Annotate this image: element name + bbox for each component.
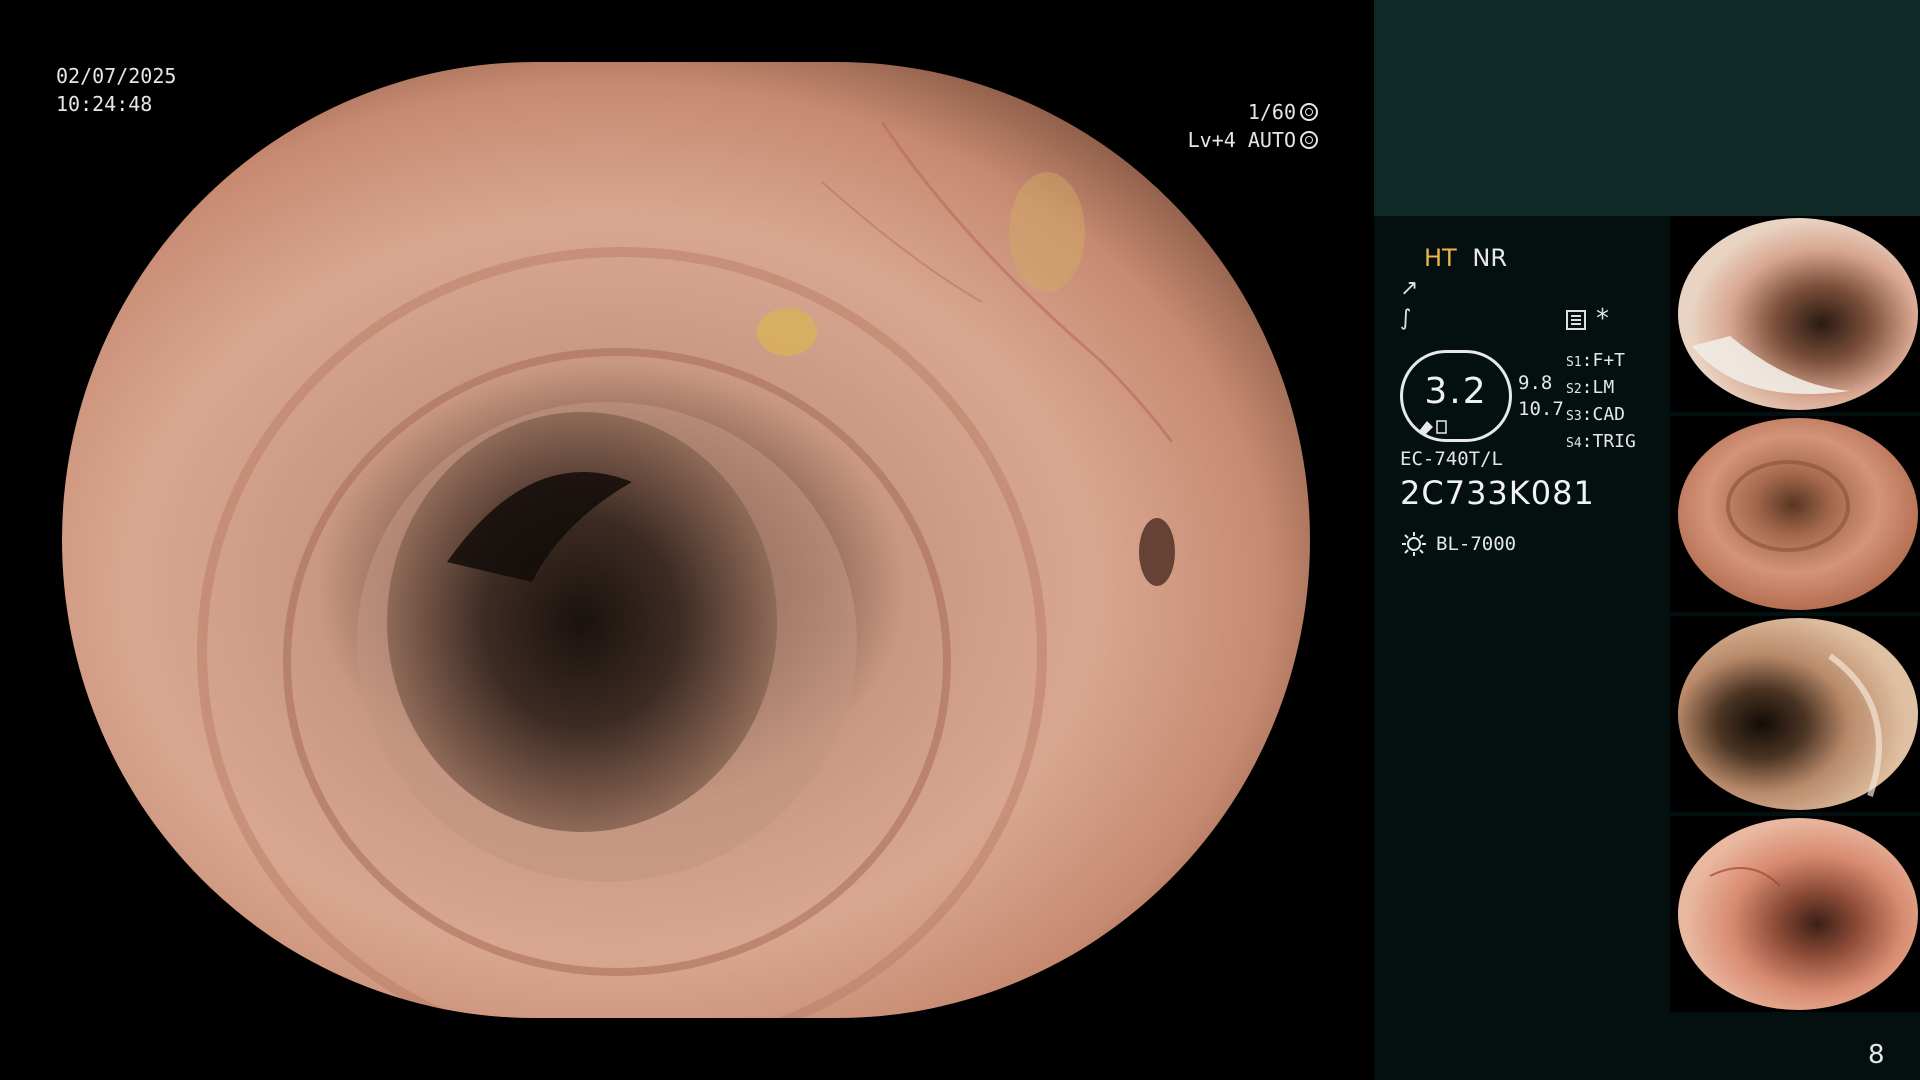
- colon-lumen-image: [62, 62, 1310, 1018]
- switch-3-value: CAD: [1592, 404, 1626, 425]
- thumbnail-4-image: [1678, 818, 1918, 1010]
- switch-1-value: F+T: [1592, 350, 1626, 371]
- scope-info: HT NR ↗ ∫ * 3.2 9.8 10.7 S1:F+T S2:LM S3…: [1400, 240, 1670, 1040]
- captured-thumbnails: [1670, 216, 1920, 1016]
- asterisk-icon: *: [1596, 304, 1609, 334]
- switch-3: S3:CAD: [1566, 404, 1626, 425]
- switch-2: S2:LM: [1566, 377, 1615, 398]
- time-text: 10:24:48: [56, 92, 153, 116]
- light-source-row: BL-7000: [1400, 530, 1516, 558]
- switch-4-key: S4: [1566, 436, 1582, 451]
- scope-model: EC-740T/L: [1400, 448, 1503, 470]
- thumbnail-2[interactable]: [1670, 416, 1920, 612]
- mode-indicator: HT NR: [1424, 244, 1507, 272]
- scope-serial: 2C733K081: [1400, 474, 1595, 512]
- date-text: 02/07/2025: [56, 64, 177, 88]
- thumbnail-4[interactable]: [1670, 816, 1920, 1012]
- value-b: 10.7: [1518, 398, 1564, 420]
- shutter-text: 1/60: [1247, 100, 1296, 124]
- ht-mode-label: HT: [1424, 244, 1457, 272]
- switch-4-value: TRIG: [1592, 431, 1636, 452]
- switch-3-key: S3: [1566, 409, 1582, 424]
- iris-icon: [1300, 103, 1318, 121]
- page-number: 8: [1868, 1040, 1885, 1070]
- light-source-text: BL-7000: [1436, 533, 1517, 555]
- thumbnail-2-image: [1678, 418, 1918, 610]
- date-time-readout: 02/07/2025 10:24:48: [56, 62, 176, 118]
- gauge-marker-icon: [1419, 420, 1447, 435]
- thumbnail-3-image: [1678, 618, 1918, 810]
- switch-4: S4:TRIG: [1566, 431, 1636, 452]
- switch-2-key: S2: [1566, 382, 1582, 397]
- auto-brightness-icon: [1300, 131, 1318, 149]
- lamp-icon: [1402, 532, 1426, 556]
- switch-1-key: S1: [1566, 355, 1582, 370]
- structure-icon: ∫: [1400, 306, 1412, 331]
- gauge-value: 3.2: [1424, 371, 1488, 412]
- endoscope-live-view: [62, 62, 1310, 1018]
- level-text: Lv+4 AUTO: [1187, 128, 1296, 152]
- nr-mode-label: NR: [1472, 244, 1507, 272]
- thumbnail-1-image: [1678, 218, 1918, 410]
- exposure-readout: 1/60 Lv+4 AUTO: [1188, 98, 1318, 154]
- zoom-gauge: 3.2: [1400, 350, 1512, 442]
- enhance-icon: ↗: [1400, 276, 1419, 301]
- list-icon: [1566, 310, 1586, 330]
- value-a: 9.8: [1518, 372, 1553, 394]
- thumbnail-1[interactable]: [1670, 216, 1920, 412]
- switch-assignments: S1:F+T S2:LM S3:CAD S4:TRIG: [1566, 348, 1636, 456]
- switch-1: S1:F+T: [1566, 350, 1626, 371]
- switch-2-value: LM: [1592, 377, 1615, 398]
- endoscopy-monitor: 02/07/2025 10:24:48 1/60 Lv+4 AUTO HT NR…: [0, 0, 1920, 1080]
- panel-header-area: [1374, 0, 1920, 216]
- thumbnail-3[interactable]: [1670, 616, 1920, 812]
